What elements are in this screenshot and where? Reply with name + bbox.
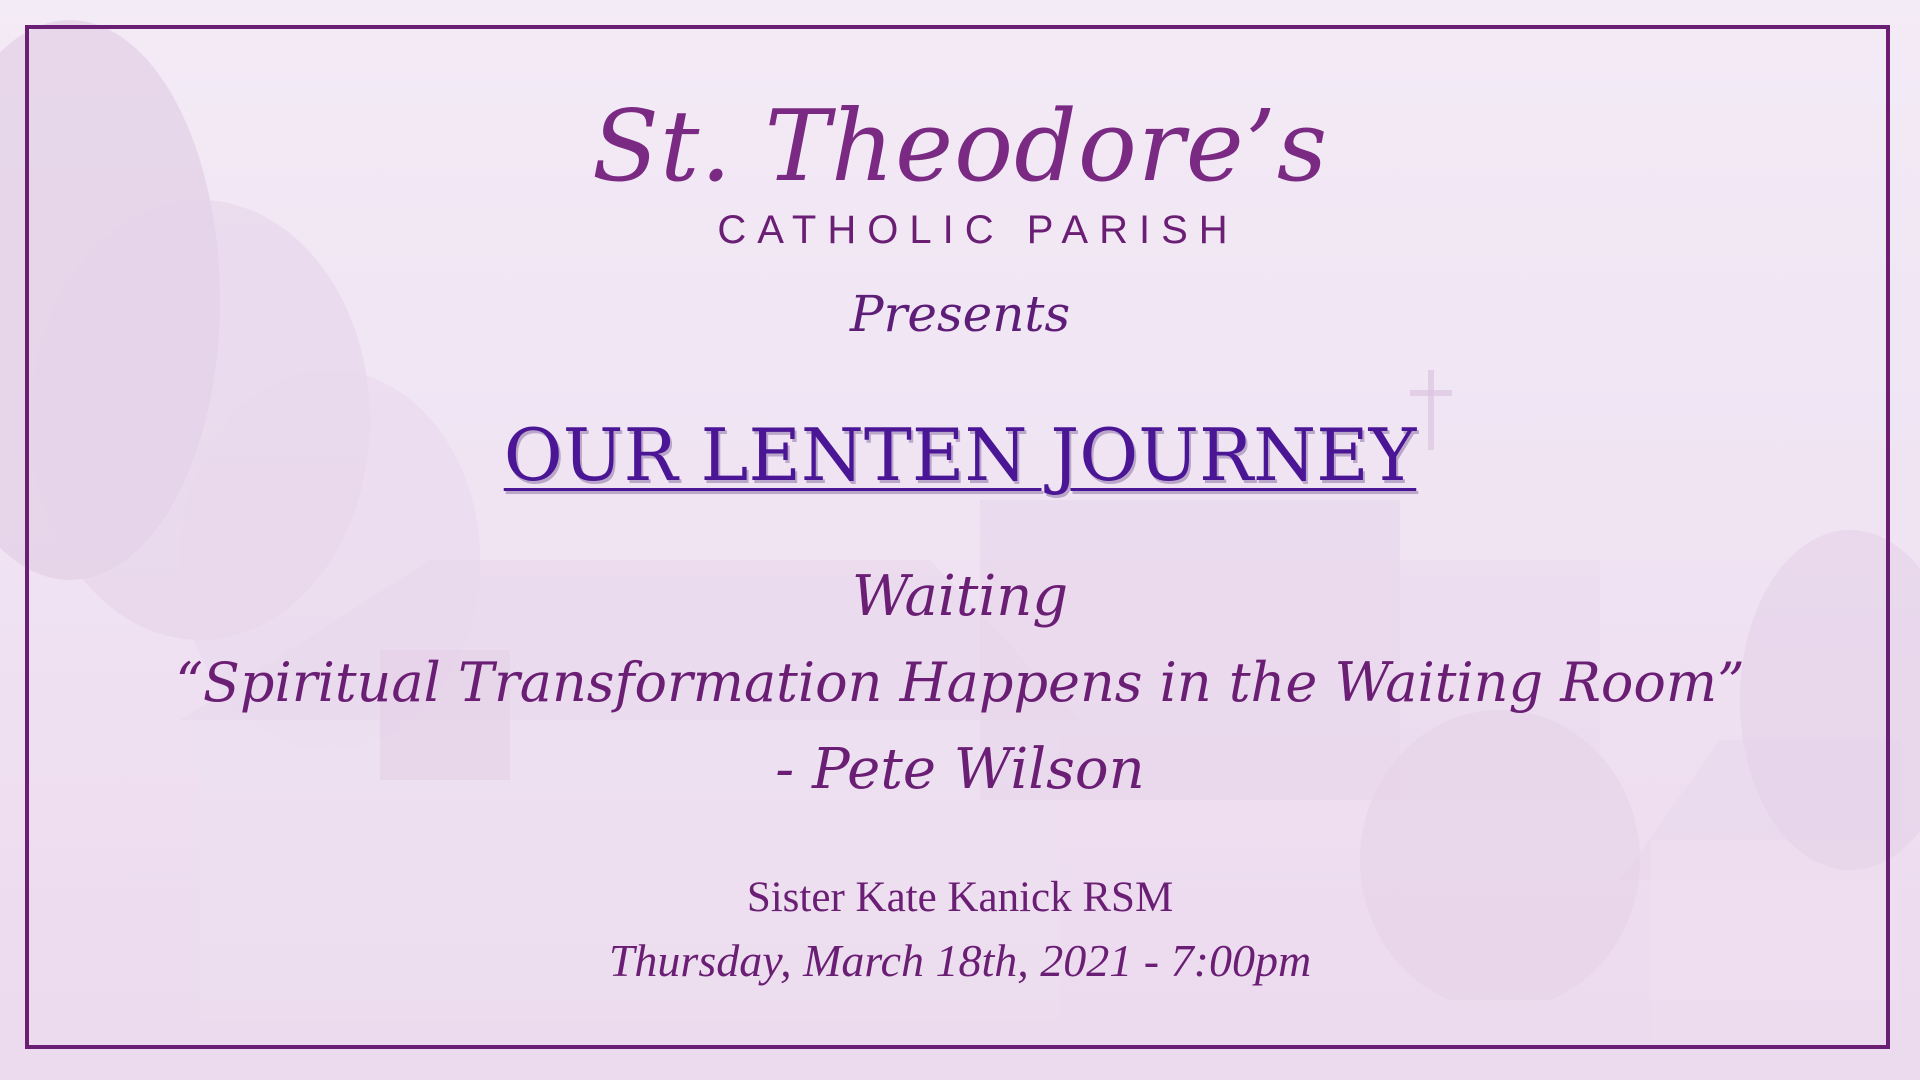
quote-author: - Pete Wilson	[775, 737, 1145, 802]
presents-text: Presents	[849, 285, 1071, 343]
slide: St. Theodore’s CATHOLIC PARISH Presents …	[0, 0, 1920, 1080]
event-datetime: Thursday, March 18th, 2021 - 7:00pm	[608, 935, 1312, 986]
topic-quote: “Spiritual Transformation Happens in the…	[175, 651, 1745, 714]
parish-logo-title: St. Theodore’s	[591, 90, 1329, 204]
speaker-name: Sister Kate Kanick RSM	[746, 874, 1174, 921]
content: St. Theodore’s CATHOLIC PARISH Presents …	[0, 0, 1920, 1080]
parish-logo-subtitle: CATHOLIC PARISH	[717, 208, 1239, 252]
topic-title: Waiting	[851, 564, 1069, 629]
headline: OUR LENTEN JOURNEY	[503, 413, 1417, 497]
